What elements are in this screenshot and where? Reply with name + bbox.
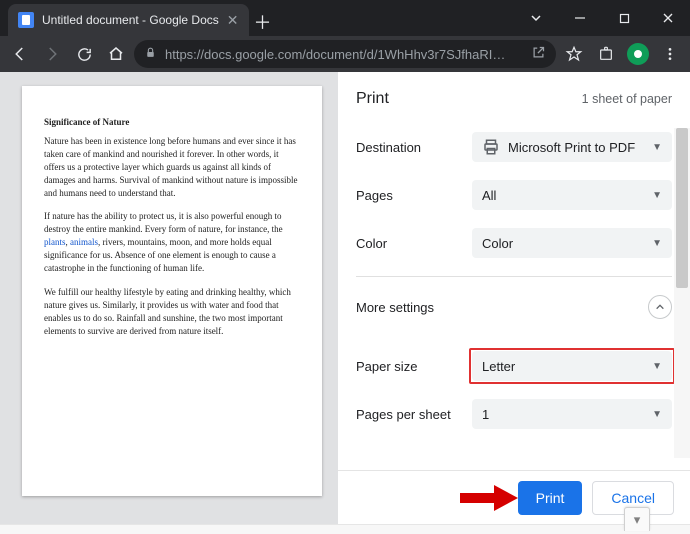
paper-size-select[interactable]: Letter ▼ [472,351,672,381]
window-titlebar: Untitled document - Google Docs ✕ ＋ [0,0,690,36]
doc-link-plants: plants [44,237,66,247]
label-pages-per-sheet: Pages per sheet [356,407,472,422]
row-color: Color Color ▼ [356,228,672,258]
label-pages: Pages [356,188,472,203]
star-bookmark-icon[interactable] [560,40,588,68]
more-settings-label: More settings [356,300,434,315]
extension-icon [627,43,649,65]
address-bar[interactable]: https://docs.google.com/document/d/1WhHh… [134,40,556,68]
maximize-button[interactable] [602,3,646,33]
highlight-annotation: Letter ▼ [469,348,675,384]
label-color: Color [356,236,472,251]
reload-button[interactable] [70,40,98,68]
doc-paragraph-3: We fulfill our healthy lifestyle by eati… [44,286,300,338]
home-button[interactable] [102,40,130,68]
browser-bottom-bar: ▾ [0,524,690,534]
scrollbar-thumb[interactable] [676,128,688,288]
destination-select[interactable]: Microsoft Print to PDF ▼ [472,132,672,162]
url-text: https://docs.google.com/document/d/1WhHh… [165,47,523,62]
pages-per-sheet-select[interactable]: 1 ▼ [472,399,672,429]
chevron-down-icon: ▼ [652,142,662,153]
color-select[interactable]: Color ▼ [472,228,672,258]
new-tab-button[interactable]: ＋ [249,8,277,36]
lock-icon [144,46,157,62]
more-settings-toggle[interactable]: More settings [356,295,672,319]
row-destination: Destination Microsoft Print to PDF ▼ [356,132,672,162]
chevron-down-icon: ▼ [652,361,662,372]
downloads-indicator-icon[interactable]: ▾ [624,507,650,531]
forward-button[interactable] [38,40,66,68]
extension-badge[interactable] [624,40,652,68]
row-pages-per-sheet: Pages per sheet 1 ▼ [356,399,672,429]
back-button[interactable] [6,40,34,68]
destination-value: Microsoft Print to PDF [508,140,644,155]
pages-value: All [482,188,644,203]
chevron-down-icon: ▼ [652,238,662,249]
pages-per-sheet-value: 1 [482,407,644,422]
sheet-count: 1 sheet of paper [582,92,672,106]
chevron-down-icon: ▼ [652,409,662,420]
label-destination: Destination [356,140,472,155]
docs-favicon-icon [18,12,34,28]
browser-toolbar: https://docs.google.com/document/d/1WhHh… [0,36,690,72]
color-value: Color [482,236,644,251]
print-button[interactable]: Print [518,481,583,515]
close-window-button[interactable] [646,3,690,33]
doc-link-animals: animals [70,237,98,247]
arrow-annotation-icon [458,483,518,513]
doc-paragraph-2: If nature has the ability to protect us,… [44,210,300,275]
print-title: Print [356,90,389,108]
print-preview-pane: Significance of Nature Nature has been i… [0,72,338,524]
print-dialog: Significance of Nature Nature has been i… [0,72,690,524]
share-icon[interactable] [531,45,546,63]
browser-menu-button[interactable] [656,40,684,68]
doc-heading: Significance of Nature [44,116,300,129]
minimize-button[interactable] [558,3,602,33]
tab-close-icon[interactable]: ✕ [227,13,239,27]
window-controls [514,0,690,36]
printer-icon [482,138,500,156]
document-preview: Significance of Nature Nature has been i… [22,86,322,496]
print-settings-panel: Print 1 sheet of paper Destination Micro… [338,72,690,524]
extensions-icon[interactable] [592,40,620,68]
row-paper-size: Paper size Letter ▼ [356,351,672,381]
paper-size-value: Letter [482,359,644,374]
chevron-up-icon [648,295,672,319]
chevron-down-icon[interactable] [514,3,558,33]
row-pages: Pages All ▼ [356,180,672,210]
tab-title: Untitled document - Google Docs [42,13,219,27]
pages-select[interactable]: All ▼ [472,180,672,210]
divider [356,276,672,277]
panel-scrollbar[interactable] [674,128,690,458]
doc-paragraph-1: Nature has been in existence long before… [44,135,300,200]
label-paper-size: Paper size [356,359,472,374]
chevron-down-icon: ▼ [652,190,662,201]
browser-tab[interactable]: Untitled document - Google Docs ✕ [8,4,249,36]
